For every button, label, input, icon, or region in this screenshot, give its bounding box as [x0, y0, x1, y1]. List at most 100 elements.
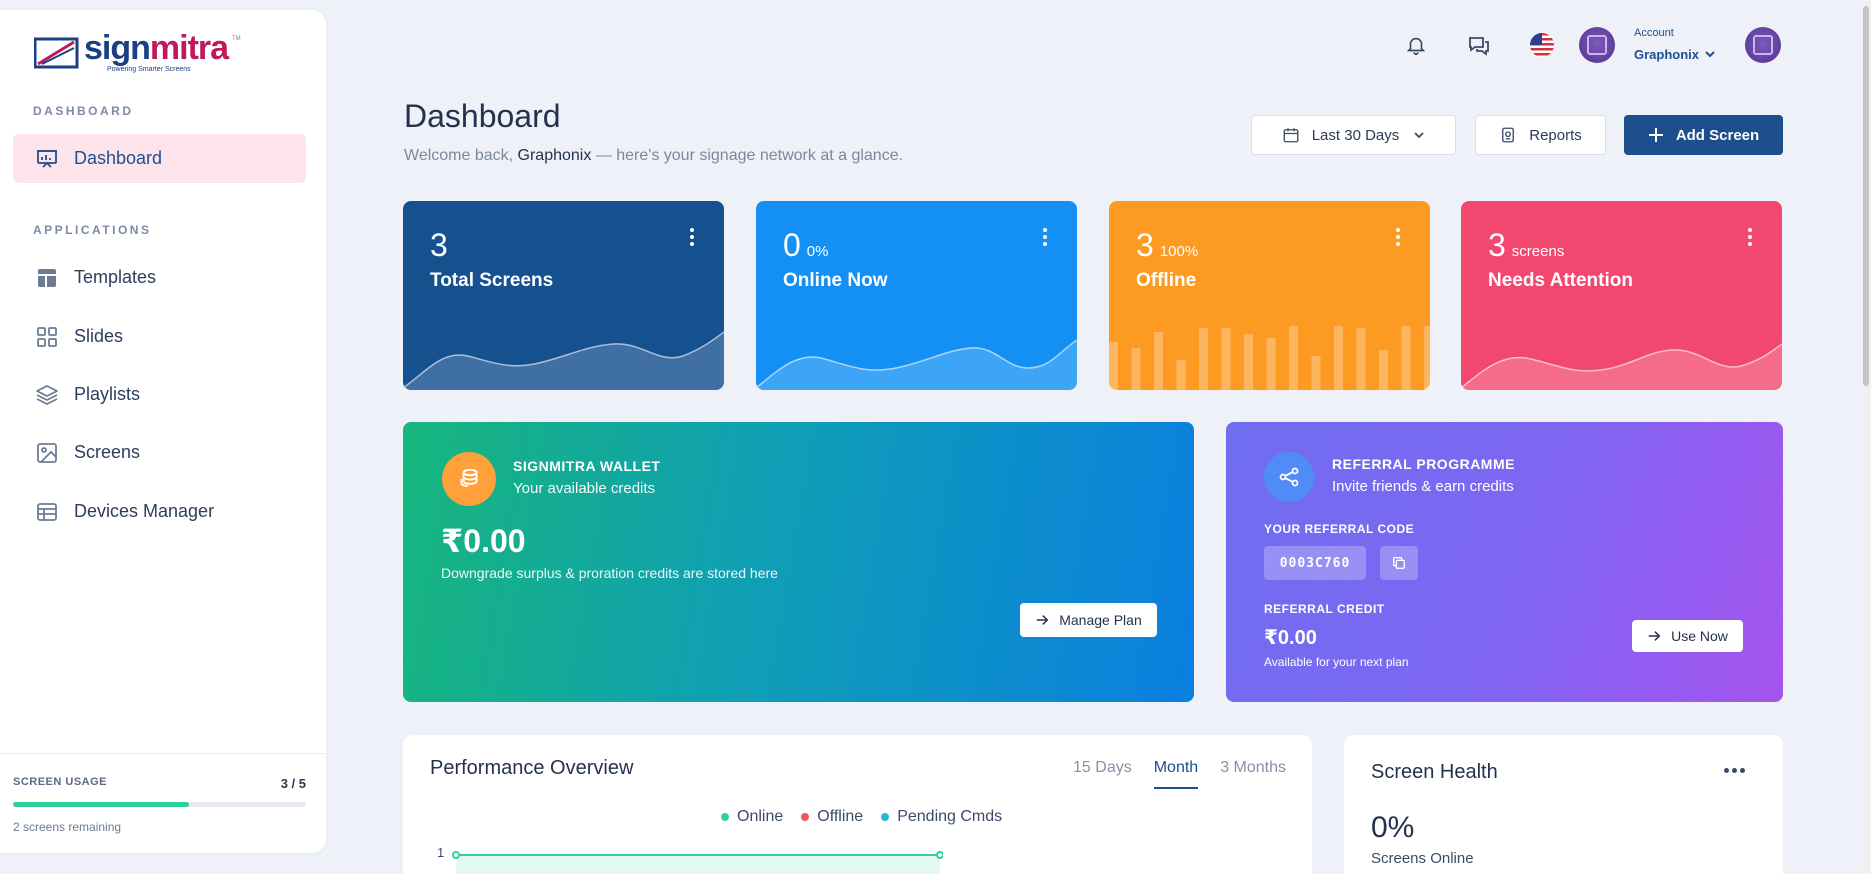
tab-15-days[interactable]: 15 Days	[1073, 759, 1132, 789]
wallet-subtitle: Your available credits	[513, 480, 656, 497]
screens-online-percent: 0%	[1371, 811, 1415, 844]
wallet-title: SIGNMITRA WALLET	[513, 458, 661, 474]
add-screen-label: Add Screen	[1675, 126, 1760, 144]
chat-bubbles-icon[interactable]	[1466, 32, 1492, 58]
share-icon	[1264, 452, 1314, 502]
tab-month[interactable]: Month	[1153, 759, 1199, 789]
calendar-icon	[1283, 128, 1299, 143]
sidebar-item-label: Dashboard	[74, 148, 163, 168]
tab-3-months[interactable]: 3 Months	[1220, 759, 1286, 789]
chart-legend: Online Offline Pending Cmds	[721, 808, 1002, 826]
legend-pending-cmds[interactable]: Pending Cmds	[881, 808, 1002, 826]
sidebar-item-devices-manager[interactable]: Devices Manager	[13, 487, 306, 536]
more-horizontal-icon[interactable]	[1724, 768, 1745, 773]
sparkline-wave	[756, 339, 1077, 390]
more-vertical-icon[interactable]	[1396, 228, 1400, 249]
stat-value: 3 100%	[1136, 227, 1199, 263]
screen-usage: SCREEN USAGE 3 / 5 2 screens remaining	[0, 753, 326, 853]
sparkline-wave	[403, 331, 724, 390]
screen-health-panel: Screen Health 0% Screens Online	[1344, 735, 1783, 874]
sparkline-bar	[1266, 338, 1276, 390]
notification-bell-icon[interactable]	[1403, 32, 1429, 58]
plus-icon	[1648, 128, 1663, 142]
reports-button[interactable]: Reports	[1475, 115, 1606, 155]
data-point[interactable]	[936, 851, 943, 859]
sidebar-item-label: Playlists	[74, 384, 141, 404]
sparkline-bar	[1244, 334, 1253, 390]
more-vertical-icon[interactable]	[1748, 228, 1752, 249]
referral-code: 0003C760	[1264, 546, 1366, 580]
sparkline-bar	[1424, 326, 1430, 390]
copy-code-button[interactable]	[1380, 546, 1418, 580]
logo-mark-icon	[34, 37, 79, 69]
date-range-dropdown[interactable]: Last 30 Days	[1251, 115, 1456, 155]
table-icon	[34, 499, 60, 525]
sidebar-item-dashboard[interactable]: Dashboard	[13, 134, 306, 183]
avatar-image	[1753, 35, 1773, 55]
arrow-right-icon	[1036, 615, 1049, 625]
legend-offline[interactable]: Offline	[801, 808, 863, 826]
sidebar: signmitra Powering Smarter Screens TM DA…	[0, 10, 326, 853]
stat-label: Offline	[1136, 270, 1197, 291]
sparkline-bars	[1109, 326, 1430, 390]
sparkline-bar	[1289, 326, 1298, 390]
performance-overview-panel: Performance Overview 15 Days Month 3 Mon…	[403, 735, 1312, 874]
sidebar-item-screens[interactable]: Screens	[13, 428, 306, 477]
chevron-down-icon[interactable]	[1704, 48, 1716, 60]
stat-card-online-now[interactable]: 0 0% Online Now	[756, 201, 1077, 390]
presentation-board-icon	[34, 146, 60, 172]
stat-label: Online Now	[783, 270, 888, 291]
scrollbar-thumb[interactable]	[1863, 6, 1869, 386]
us-flag-icon[interactable]	[1529, 32, 1555, 58]
stat-value: 0 0%	[783, 227, 829, 263]
more-vertical-icon[interactable]	[690, 228, 694, 249]
sparkline-bar	[1334, 326, 1343, 390]
account-name[interactable]: Graphonix	[1634, 47, 1699, 62]
wallet-card: SIGNMITRA WALLET Your available credits …	[403, 422, 1194, 702]
sparkline-bar	[1199, 328, 1208, 390]
sparkline-bar	[1154, 332, 1163, 390]
screens-online-label: Screens Online	[1371, 850, 1474, 867]
referral-subtitle: Invite friends & earn credits	[1332, 478, 1514, 495]
coins-icon	[442, 452, 496, 506]
stat-card-needs-attention[interactable]: 3 screens Needs Attention	[1461, 201, 1782, 390]
sparkline-bar	[1131, 348, 1141, 390]
screen-usage-count: 3 / 5	[280, 776, 306, 791]
screen-health-title: Screen Health	[1371, 761, 1498, 783]
screen-usage-remaining: 2 screens remaining	[13, 820, 122, 834]
sidebar-item-slides[interactable]: Slides	[13, 312, 306, 361]
stat-card-offline[interactable]: 3 100% Offline	[1109, 201, 1430, 390]
sidebar-item-label: Screens	[74, 442, 141, 462]
copy-icon	[1393, 557, 1405, 569]
sidebar-item-templates[interactable]: Templates	[13, 253, 306, 302]
data-point[interactable]	[452, 851, 460, 859]
manage-plan-button[interactable]: Manage Plan	[1020, 603, 1157, 637]
sidebar-item-label: Slides	[74, 326, 124, 346]
page-scrollbar[interactable]	[1861, 0, 1871, 874]
welcome-prefix: Welcome back,	[404, 147, 514, 164]
sparkline-bar	[1379, 350, 1388, 390]
referral-title: REFERRAL PROGRAMME	[1332, 456, 1515, 472]
performance-title: Performance Overview	[430, 757, 634, 779]
sidebar-item-playlists[interactable]: Playlists	[13, 370, 306, 419]
signmitra-logo[interactable]: signmitra Powering Smarter Screens TM	[34, 26, 241, 76]
referral-code-label: YOUR REFERRAL CODE	[1264, 522, 1415, 536]
stat-value: 3 screens	[1488, 227, 1565, 263]
chevron-down-icon	[1414, 132, 1424, 139]
legend-online[interactable]: Online	[721, 808, 783, 826]
wallet-balance: ₹0.00	[441, 523, 526, 559]
sparkline-bar	[1401, 326, 1411, 390]
add-screen-button[interactable]: Add Screen	[1624, 115, 1783, 155]
sparkline-bar	[1221, 328, 1231, 390]
profile-avatar[interactable]	[1745, 27, 1781, 63]
stat-card-total-screens[interactable]: 3 Total Screens	[403, 201, 724, 390]
referral-credit-note: Available for your next plan	[1264, 655, 1409, 669]
screen-usage-label: SCREEN USAGE	[13, 776, 108, 788]
use-now-button[interactable]: Use Now	[1632, 620, 1743, 652]
layers-icon	[34, 382, 60, 408]
avatar[interactable]	[1579, 27, 1615, 63]
wallet-note: Downgrade surplus & proration credits ar…	[441, 565, 778, 581]
more-vertical-icon[interactable]	[1043, 228, 1047, 249]
performance-chart: 1	[437, 845, 943, 874]
reports-label: Reports	[1529, 126, 1582, 144]
